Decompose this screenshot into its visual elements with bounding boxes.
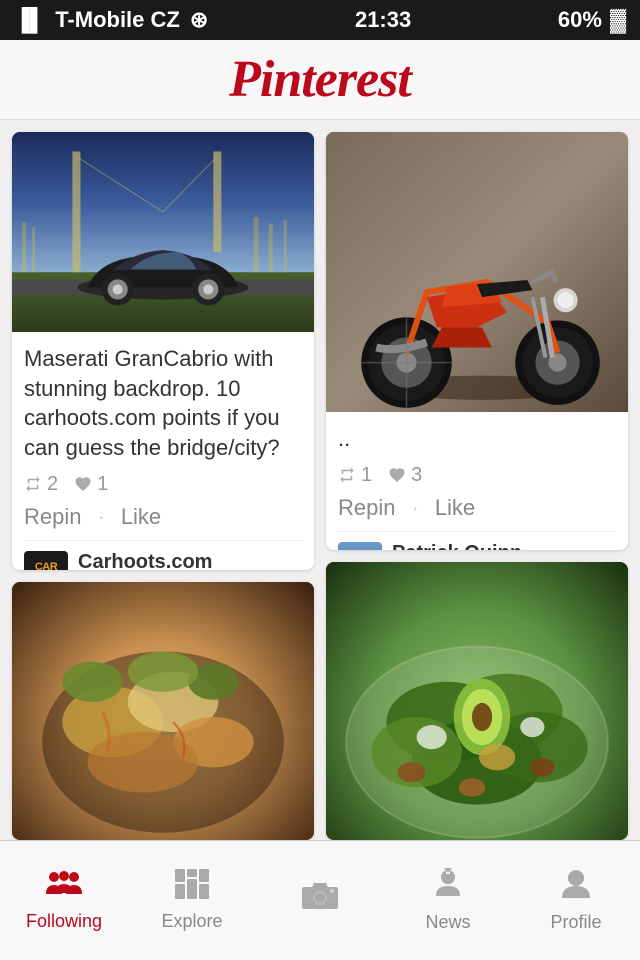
pin-motorcycle-likes: 3	[388, 464, 422, 487]
pin-motorcycle-avatar	[338, 542, 382, 550]
pin-maserati-likes: 1	[74, 473, 108, 496]
pin-image-salad-left	[12, 582, 314, 840]
pin-maserati-description: Maserati GranCabrio with stunning backdr…	[24, 344, 302, 463]
pin-image-motorcycle	[326, 132, 628, 412]
pin-motorcycle-source: Patrick Quinn Motorcycles, Scoo...	[338, 542, 616, 550]
pin-motorcycle-source-name: Patrick Quinn	[392, 542, 554, 550]
pin-maserati-source: CARHOOTS Carhoots.com Sports cars we lov…	[24, 551, 302, 570]
pin-maserati-actions: Repin · Like	[24, 504, 302, 541]
tab-news[interactable]: News	[384, 841, 512, 960]
tab-bar: Following Explore	[0, 840, 640, 960]
status-left: ▐▌ T-Mobile CZ ⊛	[14, 7, 208, 33]
app-logo: Pinterest	[229, 50, 411, 109]
pin-motorcycle-repins: 1	[338, 464, 372, 487]
battery-icon: ▓	[610, 7, 626, 33]
battery-label: 60%	[558, 7, 602, 33]
pin-motorcycle-repin-btn[interactable]: Repin	[338, 495, 395, 521]
pin-image-salad-right	[326, 562, 628, 840]
status-right: 60% ▓	[558, 7, 626, 33]
tab-explore-label: Explore	[161, 911, 222, 932]
pin-image-maserati	[12, 132, 314, 332]
time-label: 21:33	[355, 7, 411, 33]
pin-maserati-repin-btn[interactable]: Repin	[24, 504, 81, 530]
pin-maserati-meta: 2 1	[24, 473, 302, 496]
tab-profile[interactable]: Profile	[512, 841, 640, 960]
pin-card-maserati: Maserati GranCabrio with stunning backdr…	[12, 132, 314, 570]
tab-news-label: News	[425, 912, 470, 933]
pin-maserati-repins: 2	[24, 473, 58, 496]
pin-motorcycle-body: .. 1 3 Repin · Like	[326, 412, 628, 550]
pin-card-motorcycle: .. 1 3 Repin · Like	[326, 132, 628, 550]
carrier-label: T-Mobile CZ	[55, 7, 180, 33]
content-area: Maserati GranCabrio with stunning backdr…	[0, 120, 640, 840]
pin-motorcycle-meta: 1 3	[338, 464, 616, 487]
pin-maserati-source-name: Carhoots.com	[78, 551, 235, 570]
tab-camera[interactable]	[256, 841, 384, 960]
pin-motorcycle-description: ..	[338, 424, 616, 454]
pin-maserati-body: Maserati GranCabrio with stunning backdr…	[12, 332, 314, 570]
tab-profile-label: Profile	[550, 912, 601, 933]
pin-card-salad-left	[12, 582, 314, 840]
pin-motorcycle-actions: Repin · Like	[338, 495, 616, 532]
right-column: .. 1 3 Repin · Like	[326, 132, 628, 840]
pin-motorcycle-like-btn[interactable]: Like	[435, 495, 475, 521]
wifi-icon: ⊛	[190, 7, 208, 33]
camera-icon	[301, 879, 339, 917]
news-icon	[432, 868, 464, 906]
app-header: Pinterest	[0, 40, 640, 120]
pin-card-salad-right	[326, 562, 628, 840]
tab-following-label: Following	[26, 911, 102, 932]
tab-explore[interactable]: Explore	[128, 841, 256, 960]
pin-maserati-avatar: CARHOOTS	[24, 551, 68, 570]
signal-icon: ▐▌	[14, 7, 45, 33]
left-column: Maserati GranCabrio with stunning backdr…	[12, 132, 314, 840]
profile-icon	[562, 868, 590, 906]
tab-following[interactable]: Following	[0, 841, 128, 960]
status-bar: ▐▌ T-Mobile CZ ⊛ 21:33 60% ▓	[0, 0, 640, 40]
explore-icon	[175, 869, 209, 905]
pin-maserati-like-btn[interactable]: Like	[121, 504, 161, 530]
following-icon	[46, 869, 82, 905]
